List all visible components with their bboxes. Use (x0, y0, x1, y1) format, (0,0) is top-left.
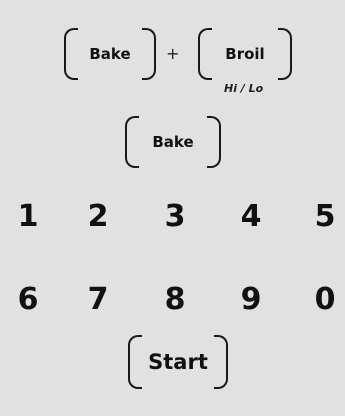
bake-label: Bake (152, 133, 194, 151)
start-label: Start (148, 350, 208, 374)
keypad-key-6[interactable]: 6 (8, 285, 48, 315)
bracket-right (214, 335, 228, 389)
bracket-left (128, 335, 142, 389)
start-button[interactable]: Start (128, 335, 228, 389)
keypad-key-2[interactable]: 2 (78, 202, 118, 232)
bake-button[interactable]: Bake (125, 116, 221, 168)
plus-symbol: + (166, 44, 180, 63)
bracket-left (125, 116, 139, 168)
keypad-key-9[interactable]: 9 (231, 285, 271, 315)
keypad-key-4[interactable]: 4 (231, 202, 271, 232)
oven-control-panel: Bake + Broil Hi / Lo Bake 1 2 3 4 5 6 7 … (0, 0, 345, 416)
keypad-key-1[interactable]: 1 (8, 202, 48, 232)
bracket-left (198, 28, 212, 80)
bake-button-top[interactable]: Bake (64, 28, 156, 80)
bracket-right (142, 28, 156, 80)
bracket-right (207, 116, 221, 168)
bracket-left (64, 28, 78, 80)
keypad-key-7[interactable]: 7 (78, 285, 118, 315)
broil-button[interactable]: Broil (198, 28, 292, 80)
keypad-key-0[interactable]: 0 (305, 285, 345, 315)
keypad-key-5[interactable]: 5 (305, 202, 345, 232)
bake-top-label: Bake (89, 45, 131, 63)
keypad-key-8[interactable]: 8 (155, 285, 195, 315)
bracket-right (278, 28, 292, 80)
broil-label: Broil (225, 45, 265, 63)
keypad-key-3[interactable]: 3 (155, 202, 195, 232)
broil-sublabel: Hi / Lo (224, 82, 264, 95)
